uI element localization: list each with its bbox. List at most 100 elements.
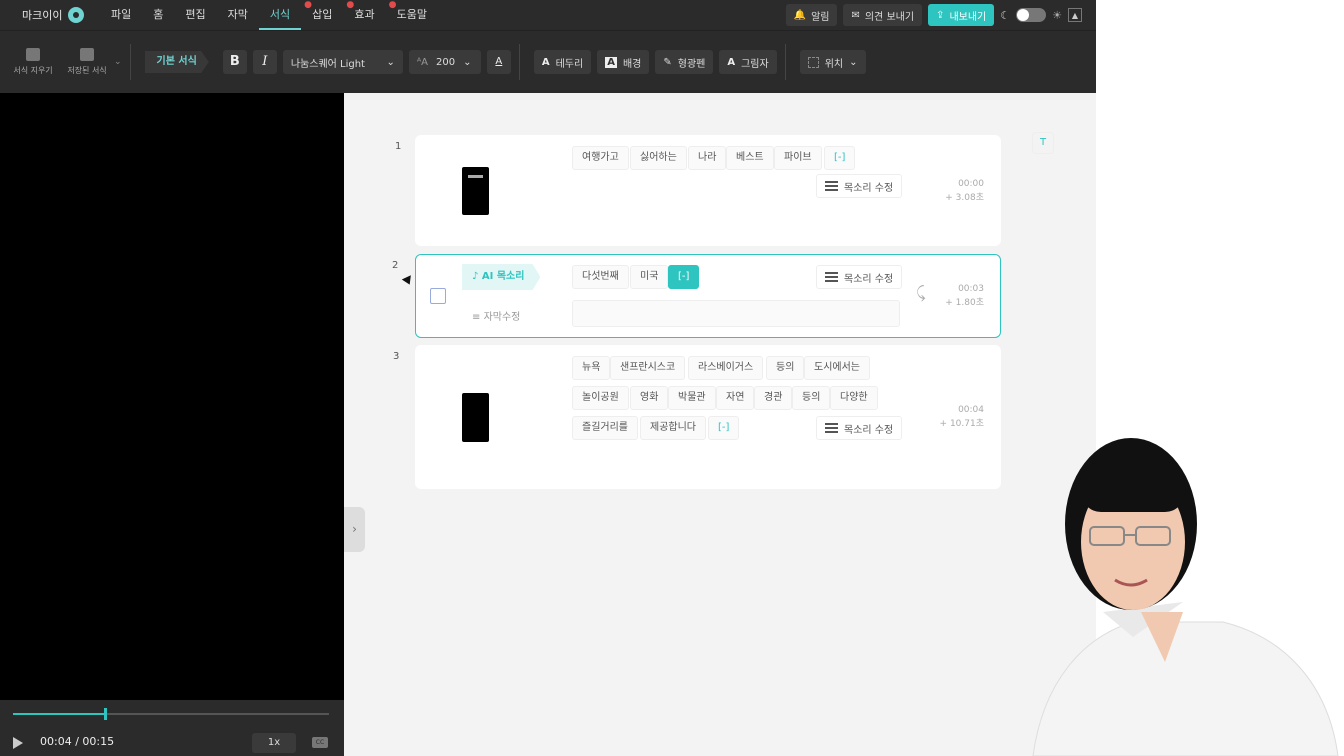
- word-chip[interactable]: 즐길거리를: [572, 416, 638, 440]
- word-chip[interactable]: 다양한: [830, 386, 878, 410]
- collapse-icon[interactable]: ▲: [1068, 8, 1082, 22]
- new-dot-icon: ●: [304, 0, 312, 10]
- voice-edit-button[interactable]: 목소리 수정: [816, 265, 903, 289]
- seek-handle[interactable]: [103, 708, 107, 720]
- scene-thumbnail[interactable]: [462, 167, 489, 215]
- voice-edit-label: 목소리 수정: [844, 273, 894, 285]
- menu-insert[interactable]: ● 삽입: [301, 0, 343, 30]
- menu-home[interactable]: 홈: [142, 0, 174, 30]
- voice-edit-button[interactable]: 목소리 수정: [816, 416, 903, 440]
- scene-number: 3: [393, 351, 400, 362]
- sliders-icon: [825, 181, 838, 191]
- word-chip[interactable]: 뉴욕: [572, 356, 611, 380]
- border-button[interactable]: A 테두리: [533, 50, 592, 74]
- word-chip[interactable]: 제공합니다: [640, 416, 706, 440]
- highlight-button[interactable]: ✎ 형광펜: [655, 50, 714, 74]
- brand[interactable]: 마크이이: [0, 7, 100, 23]
- text-filter-icon[interactable]: T: [1032, 132, 1054, 154]
- sliders-icon: [825, 423, 838, 433]
- menu-help-label: 도움말: [396, 8, 427, 21]
- subtitle-toggle-icon[interactable]: CC: [312, 737, 328, 748]
- theme-toggle[interactable]: [1016, 8, 1047, 22]
- pause-chip-selected[interactable]: [-]: [668, 265, 700, 289]
- menu-right: 🔔 알림 ✉ 의견 보내기 ⇪ 내보내기 ☾ ☀ ▲: [785, 4, 1096, 26]
- eraser-icon: [26, 48, 40, 61]
- word-chip[interactable]: 파이브: [774, 146, 822, 170]
- italic-button[interactable]: I: [252, 50, 277, 74]
- word-chip[interactable]: 나라: [688, 146, 727, 170]
- export-button[interactable]: ⇪ 내보내기: [928, 4, 995, 26]
- font-select[interactable]: 나눔스퀘어 Light ⌄: [282, 50, 403, 74]
- scene-number: 1: [395, 141, 402, 152]
- bold-button[interactable]: B: [222, 50, 247, 74]
- panel-toggle-button[interactable]: ›: [344, 507, 365, 552]
- scene-timing: 00:03 + 1.80초: [924, 282, 984, 310]
- scene-checkbox[interactable]: [430, 288, 446, 304]
- subtitle-edit-button[interactable]: ≡ 자막수정: [472, 308, 520, 323]
- scene-timing: 00:00 + 3.08초: [924, 177, 984, 205]
- clear-format-label: 서식 지우기: [13, 66, 53, 75]
- highlighter-icon: ✎: [663, 56, 672, 68]
- word-chip[interactable]: 미국: [630, 265, 669, 289]
- voice-edit-button[interactable]: 목소리 수정: [816, 174, 903, 198]
- word-chip[interactable]: 자연: [716, 386, 755, 410]
- menu-format[interactable]: 서식: [258, 0, 302, 30]
- word-chip[interactable]: 라스베이거스: [688, 356, 764, 380]
- clear-format-button[interactable]: 서식 지우기: [6, 48, 60, 76]
- video-preview[interactable]: [0, 93, 344, 756]
- pause-chip[interactable]: [-]: [708, 416, 740, 440]
- menu-file[interactable]: 파일: [100, 0, 142, 30]
- play-icon[interactable]: [13, 737, 23, 749]
- word-chip[interactable]: 샌프란시스코: [610, 356, 686, 380]
- sun-icon: ☀: [1052, 8, 1062, 22]
- word-chip[interactable]: 싫어하는: [630, 146, 687, 170]
- scene-number: 2: [392, 260, 399, 271]
- font-color-button[interactable]: A: [486, 50, 511, 74]
- basic-format-tag[interactable]: 기본 서식: [144, 51, 209, 73]
- ai-voice-label: AI 목소리: [481, 271, 525, 282]
- chevron-down-icon: ⌄: [463, 56, 472, 68]
- word-chip[interactable]: 등의: [792, 386, 831, 410]
- border-label: 테두리: [555, 58, 584, 70]
- pause-chip[interactable]: [-]: [824, 146, 856, 170]
- menu-effects[interactable]: ● 효과: [343, 0, 385, 30]
- chevron-down-icon[interactable]: ⌄: [114, 57, 122, 67]
- menu-subtitle[interactable]: 자막: [217, 0, 259, 30]
- time-display: 00:04 / 00:15: [40, 735, 115, 748]
- word-chip[interactable]: 베스트: [726, 146, 774, 170]
- word-chip[interactable]: 등의: [766, 356, 805, 380]
- menu-edit[interactable]: 편집: [174, 0, 216, 30]
- word-chip[interactable]: 경관: [754, 386, 793, 410]
- seek-bar[interactable]: [13, 708, 329, 720]
- app-window: 마크이이 파일 홈 편집 자막 서식 ● 삽입 ● 효과 ● 도움말 🔔 알림 ✉ 의견 …: [0, 0, 1096, 756]
- subtitle-input[interactable]: [572, 300, 900, 327]
- speed-button[interactable]: 1x: [252, 733, 296, 753]
- saved-format-button[interactable]: 저장된 서식: [60, 48, 114, 76]
- background-label: 배경: [622, 58, 642, 70]
- divider: [518, 44, 520, 80]
- word-chip[interactable]: 여행가고: [572, 146, 629, 170]
- background-button[interactable]: A 배경: [597, 50, 650, 74]
- alert-button[interactable]: 🔔 알림: [785, 4, 838, 26]
- alert-label: 알림: [811, 11, 830, 23]
- scene-timing: 00:04 + 10.71초: [924, 403, 984, 431]
- avatar[interactable]: [68, 7, 85, 23]
- word-chip[interactable]: 다섯번째: [572, 265, 629, 289]
- divider: [784, 44, 786, 80]
- word-chip[interactable]: 도시에서는: [804, 356, 870, 380]
- font-size-select[interactable]: ᴬA 200 ⌄: [408, 50, 481, 74]
- menu-help[interactable]: ● 도움말: [386, 0, 438, 30]
- shadow-button[interactable]: A 그림자: [719, 50, 777, 74]
- word-chip[interactable]: 박물관: [668, 386, 716, 410]
- feedback-button[interactable]: ✉ 의견 보내기: [843, 4, 923, 26]
- word-chip[interactable]: 영화: [630, 386, 669, 410]
- background-icon: A: [605, 56, 617, 68]
- saved-format-icon: [80, 48, 94, 61]
- position-button[interactable]: 위치 ⌄: [799, 50, 866, 74]
- scene-start-time: 00:04: [958, 405, 984, 415]
- word-chip[interactable]: 놀이공원: [572, 386, 629, 410]
- sliders-icon: [825, 272, 838, 282]
- ai-voice-tag[interactable]: ♪ AI 목소리: [462, 264, 541, 290]
- scene-thumbnail[interactable]: [462, 393, 489, 442]
- shadow-label: 그림자: [741, 58, 769, 70]
